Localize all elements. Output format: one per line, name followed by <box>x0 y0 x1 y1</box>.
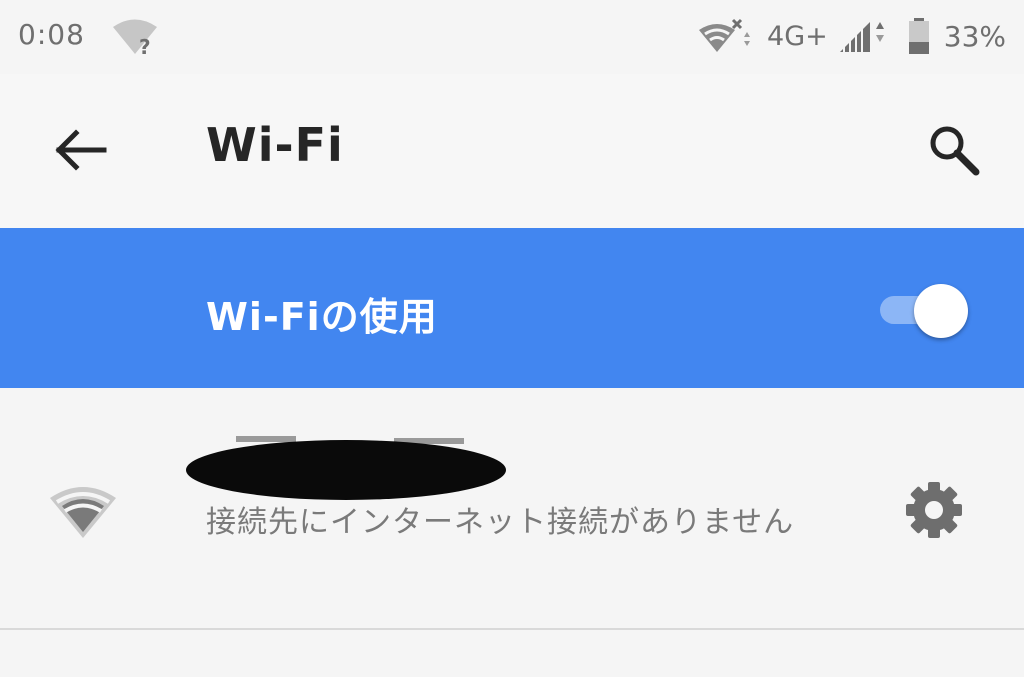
page-title: Wi-Fi <box>206 118 344 172</box>
app-bar: Wi-Fi <box>0 74 1024 228</box>
wifi-toggle-switch[interactable] <box>876 284 972 338</box>
network-name <box>184 436 508 502</box>
network-status-text: 接続先にインターネット接続がありません <box>206 505 795 540</box>
network-type: 4G+ <box>767 20 828 52</box>
back-button[interactable] <box>46 122 116 182</box>
wifi-question-icon: ? <box>112 16 158 59</box>
battery-icon <box>906 16 932 56</box>
battery-percent: 33% <box>943 19 1006 53</box>
redaction-mark <box>184 436 508 502</box>
status-time: 0:08 <box>18 18 85 51</box>
network-settings-button[interactable] <box>898 476 970 548</box>
arrow-left-icon <box>54 129 108 175</box>
status-bar: 0:08 ? 4G+ 33% <box>0 0 1024 74</box>
svg-text:?: ? <box>139 35 151 56</box>
wifi-master-label: Wi-Fiの使用 <box>206 295 438 339</box>
list-divider <box>0 628 1024 630</box>
status-icons-right: 4G+ 33% <box>697 16 1006 56</box>
toggle-thumb <box>914 284 968 338</box>
wifi-master-switch-row[interactable]: Wi-Fiの使用 <box>0 228 1024 388</box>
search-button[interactable] <box>920 118 988 186</box>
wifi-settings-screen: 0:08 ? 4G+ 33% Wi-Fi Wi-Fiの使用 接続先にインターネッ… <box>0 0 1024 677</box>
wifi-x-icon <box>697 16 753 56</box>
wifi-icon <box>48 482 118 540</box>
gear-icon <box>904 480 964 544</box>
signal-icon <box>836 16 888 56</box>
network-list: 接続先にインターネット接続がありません <box>0 388 1024 677</box>
search-icon <box>926 122 982 182</box>
wifi-icon <box>48 670 118 677</box>
network-item[interactable]: 接続先にインターネット接続がありません <box>0 396 1024 628</box>
